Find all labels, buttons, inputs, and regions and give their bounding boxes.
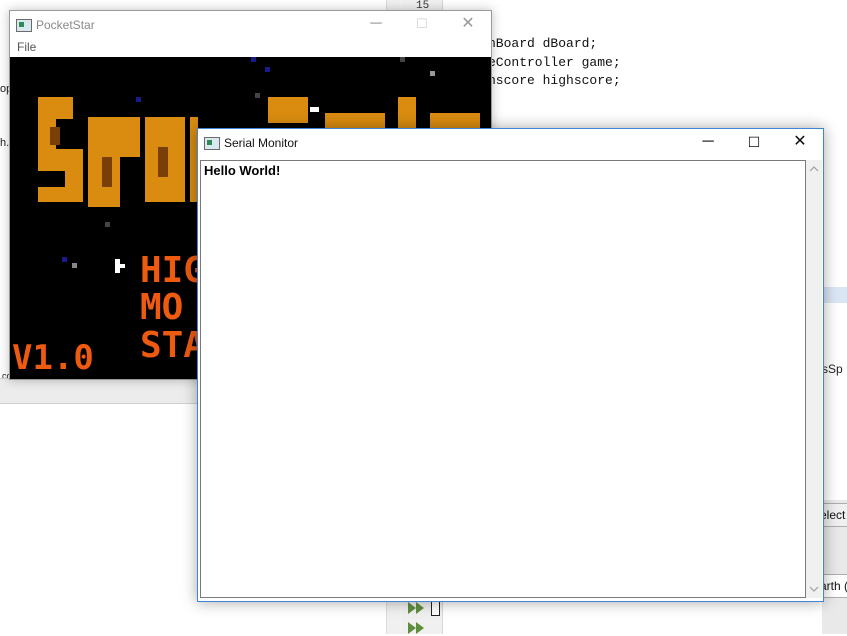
- close-button[interactable]: ✕: [777, 129, 823, 157]
- menu-fragment-start: STA: [140, 325, 205, 366]
- maximize-button[interactable]: ☐: [731, 129, 777, 157]
- maximize-button[interactable]: ☐: [399, 11, 445, 39]
- window-icon: [16, 19, 32, 32]
- menu-file[interactable]: File: [17, 40, 36, 54]
- minimize-button[interactable]: ─: [353, 11, 399, 39]
- serial-title: Serial Monitor: [224, 136, 299, 150]
- close-button[interactable]: ✕: [445, 11, 491, 39]
- serial-output-text: Hello World!: [204, 163, 281, 178]
- pocketstar-title: PocketStar: [36, 18, 95, 32]
- code-line-3: nscore highscore;: [488, 73, 621, 88]
- code-line-2: eController game;: [488, 55, 621, 70]
- left-fragment-2: h.: [0, 137, 10, 149]
- menu-fragment-high: HIG: [140, 250, 205, 291]
- minimize-button[interactable]: ─: [685, 129, 731, 157]
- window-icon: [204, 137, 220, 150]
- right-fragment-sspr: sSp: [822, 362, 843, 376]
- text-cursor: [431, 600, 440, 616]
- serial-output-area[interactable]: Hello World!: [200, 160, 806, 598]
- run-arrow-icon[interactable]: [407, 600, 427, 616]
- serial-scrollbar[interactable]: [806, 160, 822, 598]
- pocketstar-titlebar[interactable]: PocketStar ─ ☐ ✕: [10, 11, 491, 39]
- serial-monitor-window[interactable]: Serial Monitor ─ ☐ ✕ Hello World!: [197, 128, 824, 602]
- selected-item-highlight: [822, 287, 847, 303]
- serial-titlebar[interactable]: Serial Monitor ─ ☐ ✕: [198, 129, 823, 157]
- scroll-up-icon[interactable]: [809, 164, 819, 174]
- code-line-1: hBoard dBoard;: [488, 36, 598, 51]
- game-version: V1.0: [12, 338, 94, 378]
- menu-fragment-mode: MO: [140, 287, 183, 328]
- menu-bar: File: [10, 39, 491, 57]
- scroll-down-icon[interactable]: [809, 584, 819, 594]
